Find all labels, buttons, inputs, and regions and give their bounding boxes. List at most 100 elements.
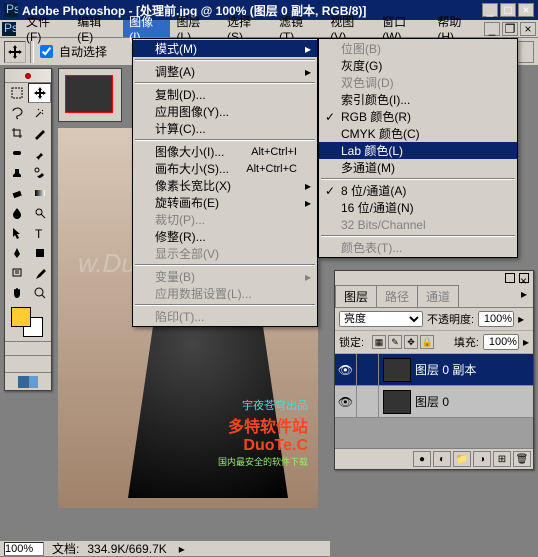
color-swatches[interactable] (5, 303, 51, 341)
marquee-tool[interactable] (5, 83, 28, 103)
stamp-tool[interactable] (5, 163, 28, 183)
panel-close-icon[interactable]: × (519, 273, 529, 283)
crop-tool[interactable] (5, 123, 28, 143)
visibility-icon[interactable]: 👁 (335, 354, 357, 386)
wand-tool[interactable] (28, 103, 51, 123)
layer-row[interactable]: 👁 图层 0 副本 (335, 354, 533, 386)
zoom-field[interactable] (4, 542, 44, 556)
toolbox-header[interactable] (5, 69, 51, 83)
image-size-menuitem[interactable]: 图像大小(I)...Alt+Ctrl+I (133, 143, 317, 160)
reveal-all-menuitem[interactable]: 显示全部(V) (133, 245, 317, 262)
pixel-ratio-menuitem[interactable]: 像素长宽比(X)▸ (133, 177, 317, 194)
lock-all-icon[interactable]: 🔒 (420, 335, 434, 349)
hand-tool[interactable] (5, 283, 28, 303)
type-tool[interactable]: T (28, 223, 51, 243)
foreground-color[interactable] (11, 307, 31, 327)
lock-transparent-icon[interactable]: ▦ (372, 335, 386, 349)
duotone-menuitem[interactable]: 双色调(D) (319, 74, 517, 91)
brush-tool[interactable] (28, 143, 51, 163)
pen-tool[interactable] (5, 243, 28, 263)
multichannel-menuitem[interactable]: 多通道(M) (319, 159, 517, 176)
apply-data-menuitem[interactable]: 应用数据设置(L)... (133, 285, 317, 302)
doc-minimize-button[interactable]: _ (484, 22, 500, 36)
menu-edit[interactable]: 编辑(E) (71, 20, 123, 37)
zoom-tool[interactable] (28, 283, 51, 303)
indexed-menuitem[interactable]: 索引颜色(I)... (319, 91, 517, 108)
link-cell[interactable] (357, 354, 379, 386)
standard-mode[interactable] (5, 341, 28, 355)
menu-window[interactable]: 窗口(W) (376, 20, 431, 37)
close-button[interactable]: × (518, 3, 534, 17)
history-brush-tool[interactable] (28, 163, 51, 183)
layer-row[interactable]: 👁 图层 0 (335, 386, 533, 418)
canvas-size-menuitem[interactable]: 画布大小(S)...Alt+Ctrl+C (133, 160, 317, 177)
apply-image-menuitem[interactable]: 应用图像(Y)... (133, 103, 317, 120)
layer-mask-icon[interactable]: ◐ (433, 451, 451, 467)
menu-filter[interactable]: 滤镜(T) (273, 20, 324, 37)
eraser-tool[interactable] (5, 183, 28, 203)
8bit-menuitem[interactable]: ✓8 位/通道(A) (319, 182, 517, 199)
32bit-menuitem[interactable]: 32 Bits/Channel (319, 216, 517, 233)
menu-select[interactable]: 选择(S) (221, 20, 273, 37)
dodge-tool[interactable] (28, 203, 51, 223)
lab-menuitem[interactable]: Lab 颜色(L) (319, 142, 517, 159)
cmyk-menuitem[interactable]: CMYK 颜色(C) (319, 125, 517, 142)
tab-paths[interactable]: 路径 (376, 285, 418, 307)
status-arrow-icon[interactable]: ▸ (179, 542, 185, 556)
imageready-button[interactable] (5, 372, 51, 390)
doc-restore-button[interactable]: ❐ (502, 22, 518, 36)
rgb-menuitem[interactable]: ✓RGB 颜色(R) (319, 108, 517, 125)
opacity-arrow-icon[interactable]: ▸ (518, 312, 524, 326)
screen-mode-3[interactable] (36, 356, 51, 372)
trap-menuitem[interactable]: 陷印(T)... (133, 308, 317, 325)
maximize-button[interactable]: □ (500, 3, 516, 17)
grayscale-menuitem[interactable]: 灰度(G) (319, 57, 517, 74)
crop-menuitem[interactable]: 裁切(P)... (133, 211, 317, 228)
fill-arrow-icon[interactable]: ▸ (523, 335, 529, 349)
mode-menuitem[interactable]: 模式(M)▸ (133, 40, 317, 57)
color-table-menuitem[interactable]: 颜色表(T)... (319, 239, 517, 256)
layer-style-icon[interactable]: ● (413, 451, 431, 467)
panel-menu-icon[interactable]: ▸ (515, 285, 533, 307)
eyedropper-tool[interactable] (28, 263, 51, 283)
fill-input[interactable] (483, 334, 519, 350)
move-tool[interactable] (28, 83, 51, 103)
trim-menuitem[interactable]: 修整(R)... (133, 228, 317, 245)
variables-menuitem[interactable]: 变量(B)▸ (133, 268, 317, 285)
menu-file[interactable]: 文件(F) (20, 20, 71, 37)
screen-mode-2[interactable] (20, 356, 35, 372)
delete-layer-icon[interactable]: 🗑 (513, 451, 531, 467)
menu-view[interactable]: 视图(V) (324, 20, 376, 37)
new-set-icon[interactable]: 📁 (453, 451, 471, 467)
new-layer-icon[interactable]: ⊞ (493, 451, 511, 467)
panel-minimize-icon[interactable] (505, 273, 515, 283)
adjust-menuitem[interactable]: 调整(A)▸ (133, 63, 317, 80)
blend-mode-select[interactable]: 亮度 (339, 311, 423, 327)
navigator-palette[interactable] (58, 68, 122, 122)
lasso-tool[interactable] (5, 103, 28, 123)
screen-mode-1[interactable] (5, 356, 20, 372)
tab-channels[interactable]: 通道 (417, 285, 459, 307)
bitmap-menuitem[interactable]: 位图(B) (319, 40, 517, 57)
link-cell[interactable] (357, 386, 379, 418)
auto-select-checkbox[interactable] (40, 45, 53, 58)
blur-tool[interactable] (5, 203, 28, 223)
slice-tool[interactable] (28, 123, 51, 143)
opacity-input[interactable] (478, 311, 514, 327)
rotate-canvas-menuitem[interactable]: 旋转画布(E)▸ (133, 194, 317, 211)
shape-tool[interactable] (28, 243, 51, 263)
16bit-menuitem[interactable]: 16 位/通道(N) (319, 199, 517, 216)
lock-pixels-icon[interactable]: ✎ (388, 335, 402, 349)
menu-layer[interactable]: 图层(L) (170, 20, 221, 37)
minimize-button[interactable]: _ (482, 3, 498, 17)
adjustment-layer-icon[interactable]: ◑ (473, 451, 491, 467)
menu-help[interactable]: 帮助(H) (431, 20, 484, 37)
tab-layers[interactable]: 图层 (335, 285, 377, 307)
duplicate-menuitem[interactable]: 复制(D)... (133, 86, 317, 103)
doc-close-button[interactable]: × (520, 22, 536, 36)
notes-tool[interactable] (5, 263, 28, 283)
lock-position-icon[interactable]: ✥ (404, 335, 418, 349)
visibility-icon[interactable]: 👁 (335, 386, 357, 418)
quickmask-mode[interactable] (28, 341, 51, 355)
gradient-tool[interactable] (28, 183, 51, 203)
